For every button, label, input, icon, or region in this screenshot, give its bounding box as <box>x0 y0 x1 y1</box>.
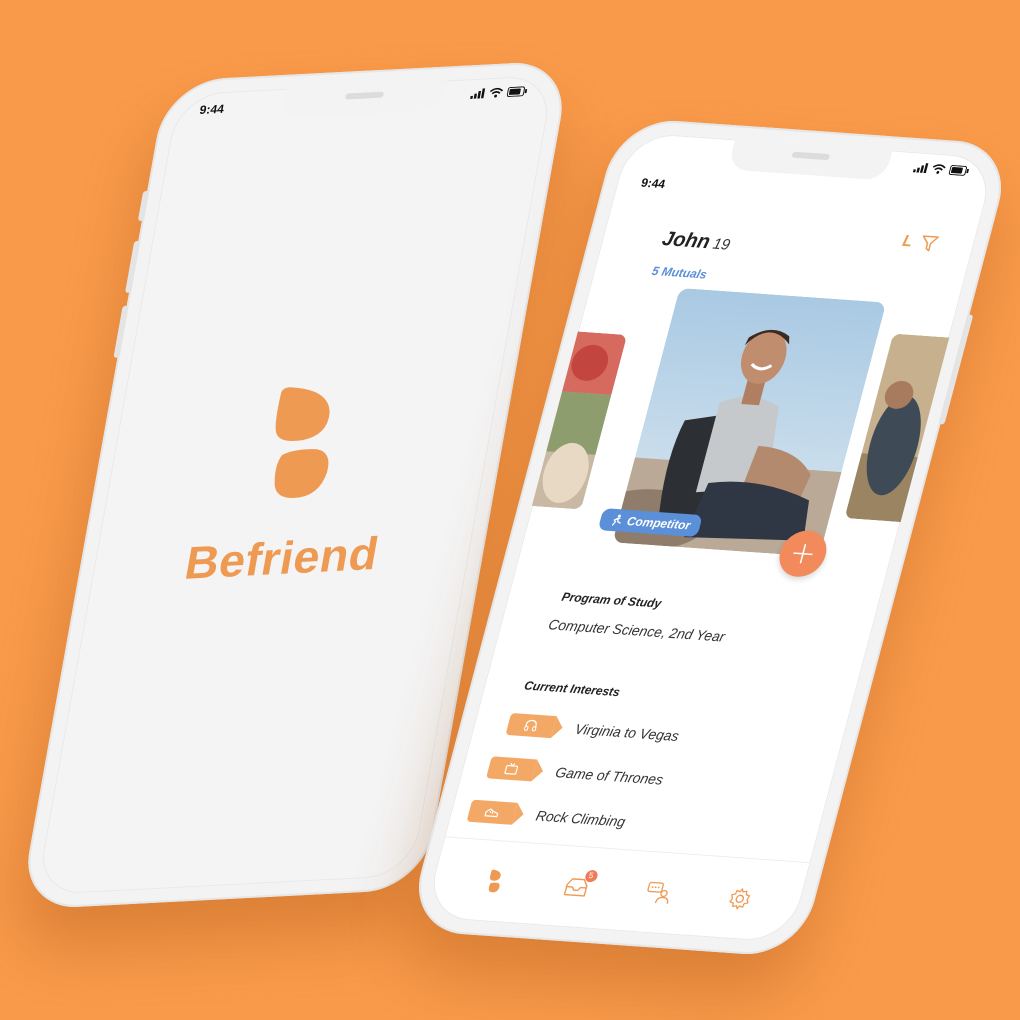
status-time: 9:44 <box>198 101 226 117</box>
runner-icon <box>611 514 621 526</box>
climbing-shoe-icon <box>484 808 499 818</box>
plus-icon <box>793 543 813 564</box>
interest-item[interactable]: Game of Thrones <box>485 756 666 790</box>
previous-photo-image <box>512 330 628 510</box>
interest-label: Rock Climbing <box>534 807 628 830</box>
interest-item[interactable]: Virginia to Vegas <box>505 712 681 747</box>
program-title: Program of Study <box>560 589 663 611</box>
stage: 9:44 Befriend 9:44 John19 5 Mutuals L Co… <box>0 0 1020 1020</box>
interest-tag <box>485 756 538 782</box>
splash-logo: Befriend <box>181 379 409 590</box>
interest-label: Game of Thrones <box>553 764 666 788</box>
tab-bar: 5 <box>423 836 811 944</box>
battery-icon <box>948 165 970 176</box>
signal-icon <box>912 163 929 174</box>
wifi-icon <box>489 87 504 98</box>
interest-item[interactable]: Rock Climbing <box>466 799 629 833</box>
inbox-badge: 5 <box>583 869 599 883</box>
status-icons <box>912 162 971 176</box>
tab-inbox[interactable]: 5 <box>558 869 599 902</box>
tab-home[interactable] <box>477 867 512 897</box>
letter-button[interactable]: L <box>900 233 915 252</box>
filter-icon[interactable] <box>918 234 940 253</box>
tab-settings[interactable] <box>722 884 757 914</box>
status-time: 9:44 <box>639 175 667 192</box>
speaker <box>344 91 385 100</box>
interest-label: Virginia to Vegas <box>573 720 681 744</box>
tab-chat[interactable] <box>640 878 675 908</box>
app-name: Befriend <box>181 526 383 589</box>
chat-people-icon <box>646 881 668 904</box>
gear-icon <box>728 888 750 910</box>
badge-label: Competitor <box>625 513 692 533</box>
photo-previous[interactable] <box>512 330 628 510</box>
status-icons <box>470 86 528 99</box>
program-value: Computer Science, 2nd Year <box>546 616 727 645</box>
profile-age: 19 <box>710 235 732 254</box>
interest-tag <box>505 712 557 739</box>
tv-icon <box>504 762 519 775</box>
mutuals-link[interactable]: 5 Mutuals <box>650 264 708 282</box>
profile-name-text: John <box>659 227 713 254</box>
interests-title: Current Interests <box>522 678 622 700</box>
top-actions: L <box>900 233 940 253</box>
interest-tag <box>466 799 518 825</box>
befriend-logo-icon <box>274 387 330 498</box>
headphones-icon <box>523 719 537 732</box>
volume-up-button <box>124 240 141 293</box>
volume-down-button <box>113 305 129 358</box>
battery-icon <box>506 86 528 97</box>
mute-switch <box>137 190 150 222</box>
profile-name: John19 <box>659 228 732 256</box>
wifi-icon <box>932 164 946 174</box>
signal-icon <box>470 88 486 99</box>
speaker <box>791 151 831 161</box>
notch <box>727 139 893 181</box>
befriend-logo-icon <box>488 869 501 893</box>
notch <box>280 80 448 119</box>
